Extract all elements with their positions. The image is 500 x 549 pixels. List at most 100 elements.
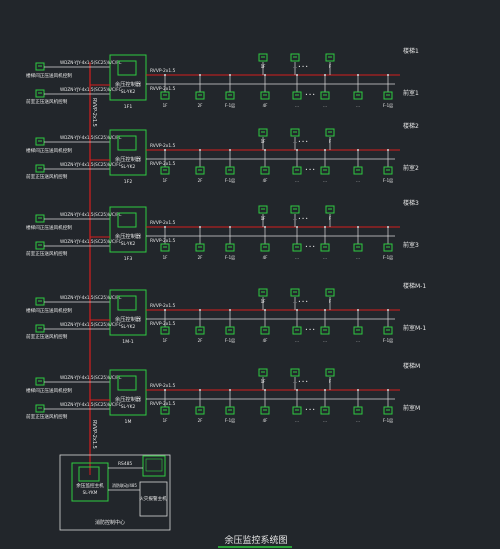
group-0-bot-sensor-label-4: … bbox=[295, 103, 299, 108]
group-0-top-sensor-label-1: … bbox=[293, 64, 297, 69]
group-3-bus-node-3 bbox=[264, 309, 266, 311]
group-2-bus-node-0 bbox=[164, 226, 166, 228]
group-4-top-sensor-label-1: … bbox=[293, 379, 297, 384]
group-1-bot-sensor-label-1: 2F bbox=[198, 178, 204, 183]
group-3-front-label: 前室M-1 bbox=[403, 324, 426, 332]
diagram-title: 余压监控系统图 bbox=[224, 534, 287, 546]
group-0-bot-dots: • • • bbox=[305, 92, 315, 97]
group-0-cable-bottom-label: WDZN-YJY-4x1.5(SC25)WC/FC bbox=[60, 87, 122, 92]
group-1-top-sensor-label-2: F bbox=[329, 139, 332, 144]
group-1-bus-node-1 bbox=[199, 149, 201, 151]
group-1-bus-top-label: RVVP-2x1.5 bbox=[150, 143, 176, 149]
group-3-bot-sensor-label-5: … bbox=[323, 338, 327, 343]
group-2-bus-top-label: RVVP-2x1.5 bbox=[150, 220, 176, 226]
group-0-bus-top-label: RVVP-2x1.5 bbox=[150, 68, 176, 74]
group-1-controller-sub: 1F2 bbox=[124, 179, 133, 185]
group-0-bus-node-7 bbox=[387, 74, 389, 76]
group-3-bus-node-2 bbox=[229, 309, 231, 311]
group-1-top-dots: • • • bbox=[298, 139, 308, 144]
group-3-top-dots: • • • bbox=[298, 299, 308, 304]
group-2-controller-name: 余压控制器 bbox=[115, 232, 142, 240]
group-3-top-sensor-label-1: … bbox=[293, 299, 297, 304]
group-1-bot-sensor-label-3: 4F bbox=[263, 178, 269, 183]
group-4-bot-sensor-label-7: F-1层 bbox=[383, 417, 393, 423]
group-1-top-sensor-label-0: 1F bbox=[261, 139, 267, 144]
group-4-bot-dots: • • • bbox=[305, 407, 315, 412]
group-1-cable-bottom-label: WDZN-YJY-4x1.5(SC25)WC/FC bbox=[60, 162, 122, 167]
group-0-bot-sensor-label-2: F-1层 bbox=[225, 102, 235, 108]
group-1-bus-node-6 bbox=[357, 149, 359, 151]
group-4-bot-sensor-label-3: 4F bbox=[263, 418, 269, 423]
group-1-bot-sensor-label-7: F-1层 bbox=[383, 177, 393, 183]
group-3-bot-sensor-label-7: F-1层 bbox=[383, 337, 393, 343]
group-2-bus-node-1 bbox=[199, 226, 201, 228]
group-0-left-top-label: 楼梯间正压送风机控制 bbox=[26, 72, 72, 79]
group-3-bot-sensor-label-6: … bbox=[356, 338, 360, 343]
group-4-floor-label: 楼梯M bbox=[403, 362, 420, 370]
group-2-cable-bottom-label: WDZN-YJY-4x1.5(SC25)WC/FC bbox=[60, 239, 122, 244]
group-1-bot-sensor-label-4: … bbox=[295, 178, 299, 183]
host-name: 余压监控主机 bbox=[76, 482, 104, 489]
group-2-top-dots: • • • bbox=[298, 216, 308, 221]
group-0-cable-top-label: WDZN-YJY-4x1.5(SC25)WC/FC bbox=[60, 60, 122, 65]
group-3-left-top-label: 楼梯间正压送风机控制 bbox=[26, 307, 72, 314]
group-3-bot-sensor-label-0: 1F bbox=[163, 338, 169, 343]
group-4-cable-top-label: WDZN-YJY-4x1.5(SC25)WC/FC bbox=[60, 375, 122, 380]
group-1-bot-dots: • • • bbox=[305, 167, 315, 172]
group-0-bus-node-5 bbox=[324, 74, 326, 76]
group-2-top-sensor-label-0: 1F bbox=[261, 216, 267, 221]
group-2-top-sensor-label-1: … bbox=[293, 216, 297, 221]
group-2-bus-node-4 bbox=[296, 226, 298, 228]
group-2-bot-sensor-label-4: … bbox=[295, 255, 299, 260]
group-4-bot-sensor-label-4: … bbox=[295, 418, 299, 423]
group-0-bus-node-4 bbox=[296, 74, 298, 76]
group-1-bus-node-5 bbox=[324, 149, 326, 151]
group-1-bus-node-4 bbox=[296, 149, 298, 151]
group-2-bot-dots: • • • bbox=[305, 244, 315, 249]
group-0-bot-sensor-label-5: … bbox=[323, 103, 327, 108]
group-0-controller-sub: 1F1 bbox=[124, 104, 133, 110]
fire-panel-label: 火灾报警主机 bbox=[139, 495, 167, 502]
group-3-left-bottom-label: 前室正压送风机控制 bbox=[26, 333, 68, 340]
group-4-top-sensor-label-0: 1F bbox=[261, 379, 267, 384]
group-1-bus-node-0 bbox=[164, 149, 166, 151]
diagram-canvas: RVVP-2x1.5 RVVP-2x1.5 WDZN-YJY-4x1.5(SC25)… bbox=[0, 0, 500, 549]
group-4-bot-sensor-label-1: 2F bbox=[198, 418, 204, 423]
group-1-controller-name: 余压控制器 bbox=[115, 155, 142, 163]
group-0-bus-node-6 bbox=[357, 74, 359, 76]
group-2-controller-sub: 1F3 bbox=[124, 256, 133, 262]
group-1-bot-sensor-label-0: 1F bbox=[163, 178, 169, 183]
group-0-controller-model: SL-YK2 bbox=[121, 89, 136, 95]
group-0-bot-sensor-label-0: 1F bbox=[163, 103, 169, 108]
group-2-bot-sensor-label-0: 1F bbox=[163, 255, 169, 260]
group-2-left-top-label: 楼梯间正压送风机控制 bbox=[26, 224, 72, 231]
group-0-front-label: 前室1 bbox=[403, 89, 419, 97]
group-2-bot-sensor-label-2: F-1层 bbox=[225, 254, 235, 260]
monitor-screen bbox=[145, 458, 163, 472]
group-1-bot-sensor-label-5: … bbox=[323, 178, 327, 183]
rs485-label: RS485 bbox=[118, 461, 132, 467]
host-model: SL-YKM bbox=[83, 490, 98, 495]
group-2-left-bottom-label: 前室正压送风机控制 bbox=[26, 250, 68, 257]
group-3-bot-sensor-label-2: F-1层 bbox=[225, 337, 235, 343]
group-2-bot-sensor-label-3: 4F bbox=[263, 255, 269, 260]
group-2-floor-label: 楼梯3 bbox=[403, 199, 419, 207]
group-2-bus-node-3 bbox=[264, 226, 266, 228]
group-1-top-sensor-label-1: … bbox=[293, 139, 297, 144]
group-1-floor-label: 楼梯2 bbox=[403, 122, 419, 130]
group-4-bot-sensor-label-5: … bbox=[323, 418, 327, 423]
group-4-cable-bottom-label: WDZN-YJY-4x1.5(SC25)WC/FC bbox=[60, 402, 122, 407]
group-2-bus-bottom-label: RVVP-2x1.5 bbox=[150, 238, 176, 244]
group-3-bot-sensor-label-4: … bbox=[295, 338, 299, 343]
system-diagram: RVVP-2x1.5 RVVP-2x1.5 WDZN-YJY-4x1.5(SC25)… bbox=[26, 47, 426, 548]
group-1-bus-bottom-label: RVVP-2x1.5 bbox=[150, 161, 176, 167]
group-4-left-top-label: 楼梯间正压送风机控制 bbox=[26, 387, 72, 394]
group-4-bot-sensor-label-0: 1F bbox=[163, 418, 169, 423]
group-4-controller-model: SL-YK2 bbox=[121, 404, 136, 410]
group-2-bus-node-7 bbox=[387, 226, 389, 228]
group-2-bus-node-2 bbox=[229, 226, 231, 228]
group-0-left-bottom-label: 前室正压送风机控制 bbox=[26, 98, 68, 105]
group-3-controller-model: SL-YK2 bbox=[121, 324, 136, 330]
group-0-bus-node-2 bbox=[229, 74, 231, 76]
group-2-bot-sensor-label-1: 2F bbox=[198, 255, 204, 260]
